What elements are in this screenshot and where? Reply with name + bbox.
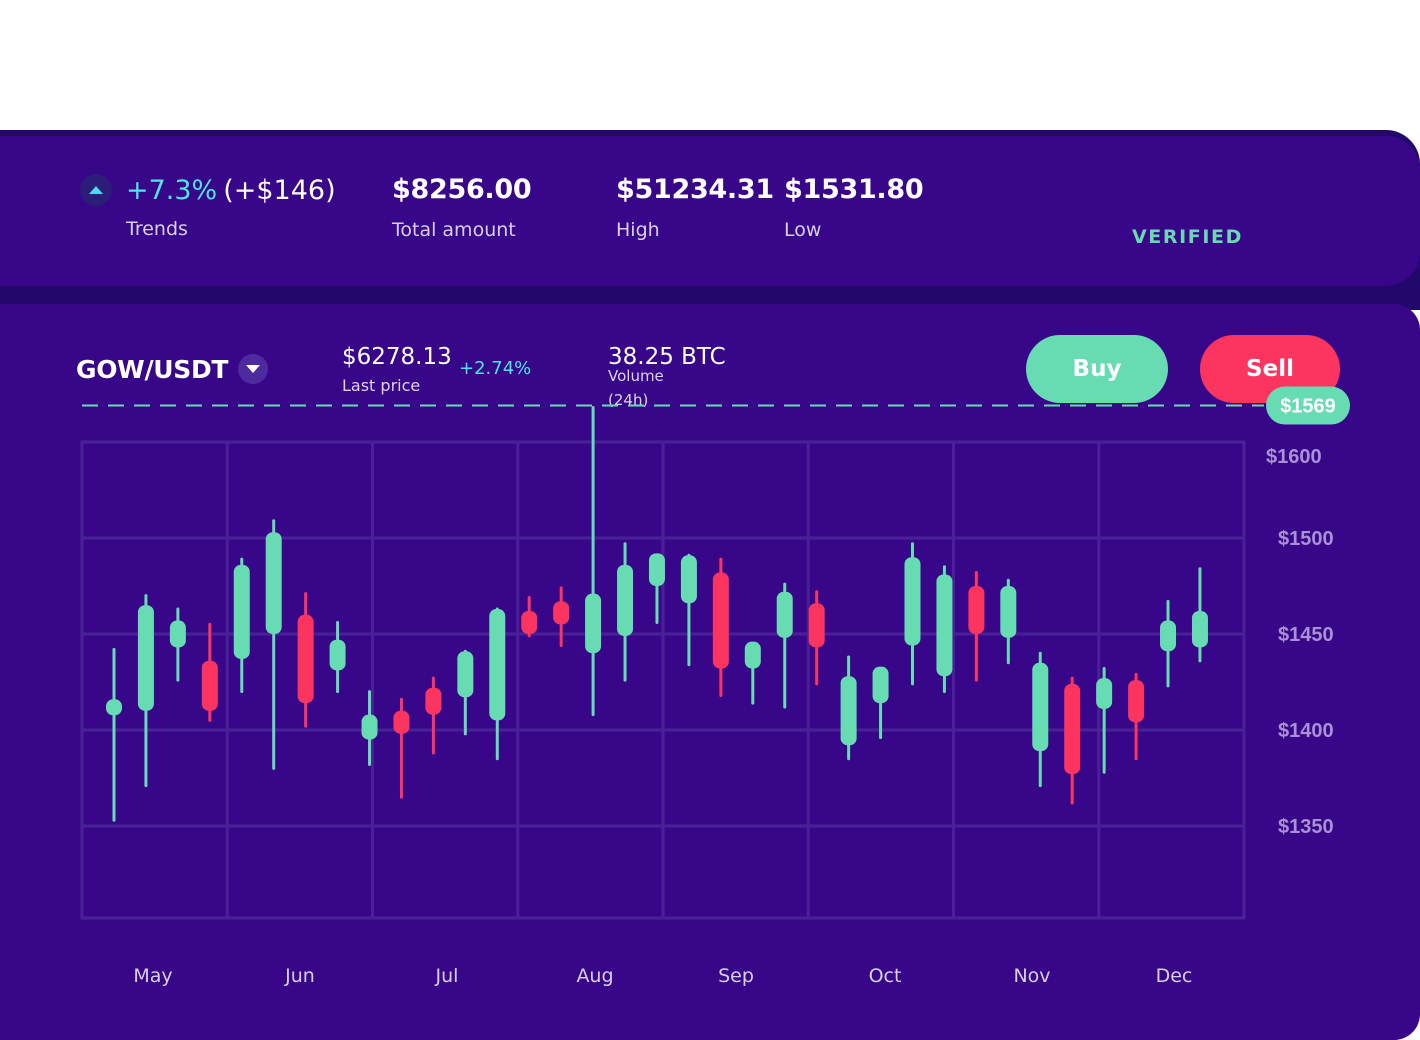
candle-body [1000, 586, 1017, 638]
x-tick-label: Oct [869, 965, 902, 987]
y-tick-label: $1500 [1278, 528, 1334, 550]
x-tick-label: May [133, 965, 172, 987]
candle-body [233, 564, 250, 659]
candle-body [489, 609, 506, 721]
candle-body [585, 593, 602, 654]
candle-body [744, 641, 761, 669]
candle-body [106, 699, 122, 716]
candle-body [872, 666, 889, 704]
candle-body [265, 532, 282, 634]
y-tick-label: $1450 [1278, 624, 1334, 646]
candle-body [521, 610, 538, 634]
candle-body [553, 601, 570, 625]
candle-body [1032, 662, 1049, 752]
x-tick-label: Dec [1156, 965, 1193, 987]
candle-body [1128, 680, 1145, 723]
y-tick-label: $1350 [1278, 816, 1334, 838]
candle-body [840, 676, 857, 746]
candle-body [297, 614, 314, 704]
x-tick-label: Sep [718, 965, 754, 987]
candle-body [936, 574, 953, 677]
candle-body [169, 620, 186, 648]
candle-body [617, 564, 634, 636]
candle-body [968, 586, 985, 634]
y-tick-label: $1600 [1266, 446, 1322, 468]
candle-body [1191, 610, 1208, 648]
candle-body [457, 651, 474, 698]
candle-body [808, 603, 825, 648]
candle-body [137, 605, 154, 711]
x-tick-label: Aug [576, 965, 613, 987]
candlestick-chart: $1600 $1500 $1450 $1400 $1350 $1569 May Jun Jul A… [80, 386, 1350, 987]
candle-body [1160, 620, 1177, 652]
candle-body [904, 557, 921, 646]
x-tick-label: Nov [1013, 965, 1050, 987]
candle-body [393, 710, 410, 734]
candle-body [425, 687, 442, 715]
candle-body [648, 553, 665, 586]
candle-body [361, 714, 378, 740]
y-tick-label: $1400 [1278, 720, 1334, 742]
x-tick-label: Jul [435, 965, 459, 987]
candle-body [680, 555, 697, 604]
candle-body [201, 660, 218, 711]
candle-body [1064, 683, 1081, 775]
x-tick-label: Jun [284, 965, 315, 987]
candle-body [329, 639, 346, 671]
candle-body [712, 572, 729, 669]
candle-body [1096, 678, 1113, 709]
current-price-label: $1569 [1280, 396, 1336, 418]
candle-body [776, 591, 793, 638]
